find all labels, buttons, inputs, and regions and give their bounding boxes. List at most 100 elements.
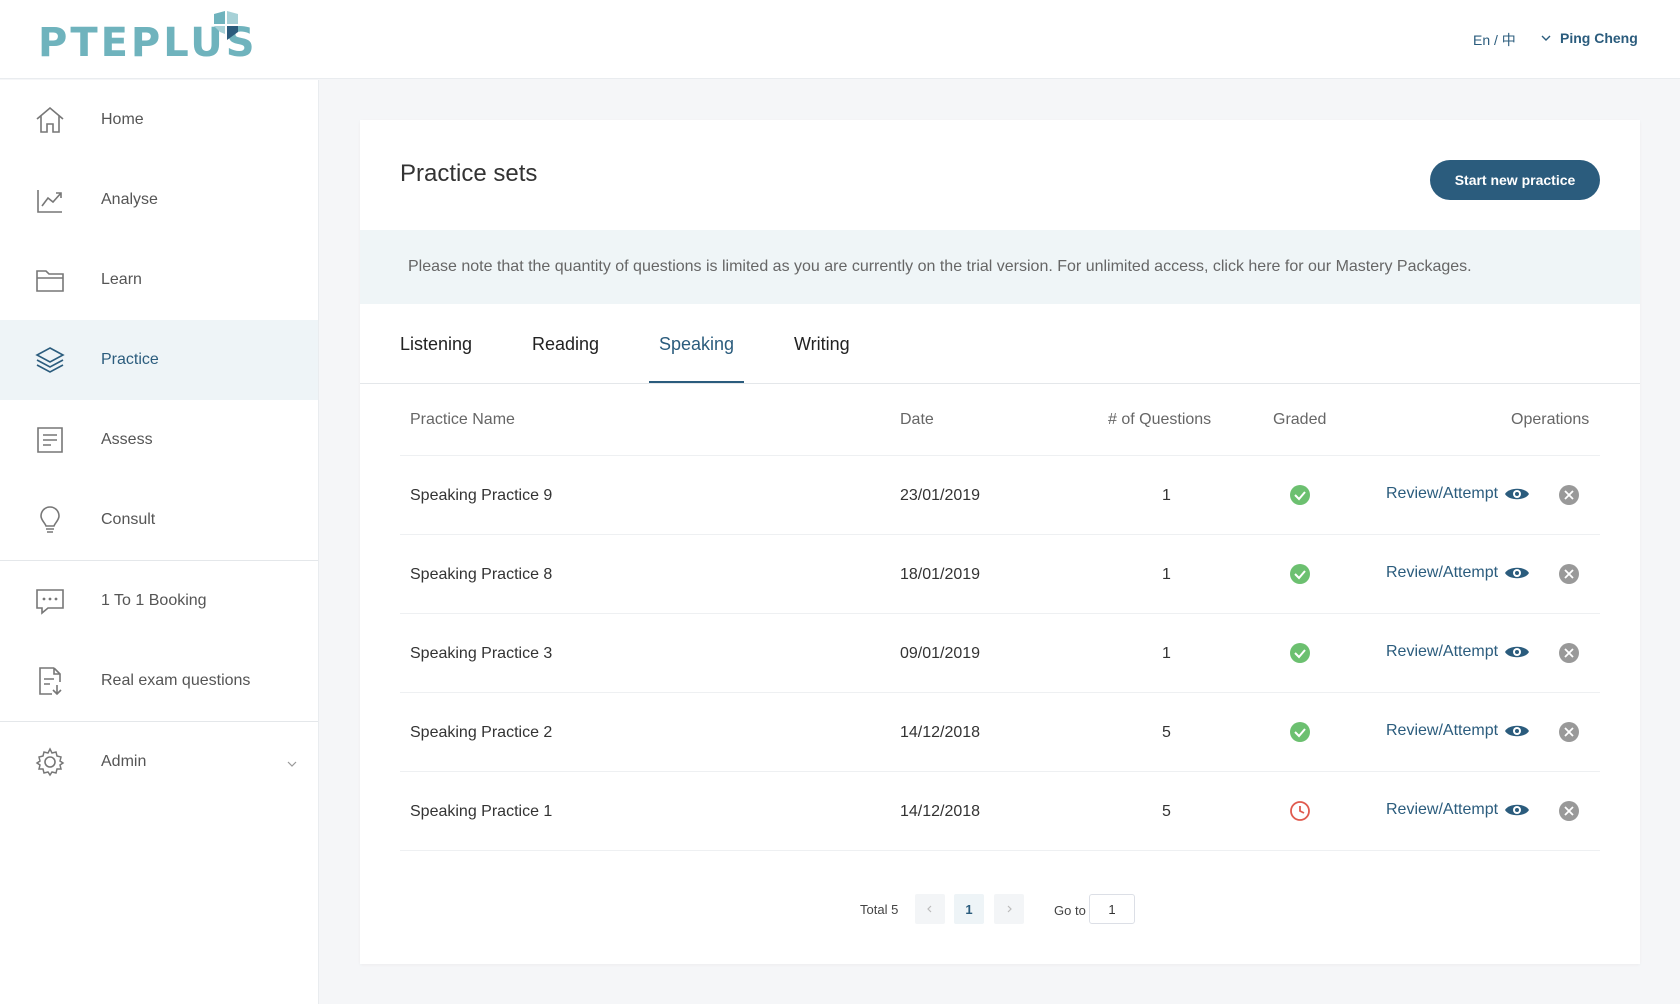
chart-icon <box>37 190 62 213</box>
question-count: 5 <box>1162 724 1171 741</box>
question-count: 5 <box>1162 803 1171 820</box>
review-attempt-link[interactable]: Review/Attempt <box>1386 535 1530 611</box>
sidebar-item-admin[interactable]: Admin <box>0 722 318 802</box>
review-attempt-label: Review/Attempt <box>1386 643 1499 660</box>
sidebar-item-consult[interactable]: Consult <box>0 480 318 560</box>
user-menu[interactable]: Ping Cheng <box>1540 30 1638 46</box>
table-row: Speaking Practice 8 18/01/2019 1 Review/Att… <box>400 535 1600 614</box>
sidebar-item-label: Practice <box>101 351 159 368</box>
prev-page-button[interactable] <box>915 894 945 924</box>
lightbulb-icon <box>40 506 60 533</box>
practice-date: 09/01/2019 <box>900 645 981 662</box>
practice-sets-card: Practice sets Start new practice Please … <box>360 120 1640 964</box>
gear-icon <box>35 747 65 777</box>
table-row: Speaking Practice 3 09/01/2019 1 Review/Att… <box>400 614 1600 693</box>
home-icon <box>36 106 64 133</box>
practice-name: Speaking Practice 1 <box>410 803 553 820</box>
download-doc-icon <box>39 667 62 696</box>
delete-icon[interactable] <box>1558 642 1580 664</box>
sidebar-item-analyse[interactable]: Analyse <box>0 160 318 240</box>
tab-writing[interactable]: Writing <box>794 304 850 384</box>
review-attempt-label: Review/Attempt <box>1386 722 1499 739</box>
eye-icon <box>1505 646 1530 658</box>
practice-name: Speaking Practice 9 <box>410 487 553 504</box>
sidebar-item-label: Real exam questions <box>101 672 251 689</box>
logo[interactable]: PTEPLUS <box>38 10 255 66</box>
trial-notice-text: Please note that the quantity of questio… <box>408 258 1472 275</box>
logo-mark-icon <box>214 11 238 40</box>
delete-icon[interactable] <box>1558 721 1580 743</box>
eye-icon <box>1505 804 1530 816</box>
delete-icon[interactable] <box>1558 800 1580 822</box>
practice-name: Speaking Practice 8 <box>410 566 553 583</box>
review-attempt-label: Review/Attempt <box>1386 801 1499 818</box>
sidebar-item-home[interactable]: Home <box>0 80 318 160</box>
practice-name: Speaking Practice 2 <box>410 724 553 741</box>
practice-name: Speaking Practice 3 <box>410 645 553 662</box>
chevron-left-icon <box>927 905 932 913</box>
clock-icon <box>1290 801 1310 821</box>
sidebar-item-label: Learn <box>101 271 142 288</box>
layers-icon <box>35 347 65 373</box>
practice-date: 14/12/2018 <box>900 803 981 820</box>
question-count: 1 <box>1162 487 1171 504</box>
language-toggle[interactable]: En / 中 <box>1473 30 1516 50</box>
question-count: 1 <box>1162 645 1171 662</box>
table-row: Speaking Practice 9 23/01/2019 1 Review/Att… <box>400 456 1600 535</box>
chat-icon <box>36 589 64 615</box>
tab-reading[interactable]: Reading <box>532 304 599 384</box>
sidebar-item-label: Admin <box>101 753 147 770</box>
practice-date: 18/01/2019 <box>900 566 981 583</box>
review-attempt-link[interactable]: Review/Attempt <box>1386 772 1530 848</box>
eye-icon <box>1505 488 1530 500</box>
question-count: 1 <box>1162 566 1171 583</box>
tab-listening[interactable]: Listening <box>400 304 472 384</box>
document-icon <box>37 427 63 453</box>
next-page-button[interactable] <box>994 894 1024 924</box>
goto-page-input[interactable] <box>1089 894 1135 924</box>
chevron-right-icon <box>1007 905 1012 913</box>
sidebar-item-label: 1 To 1 Booking <box>101 592 207 609</box>
sidebar-item-label: Consult <box>101 511 156 528</box>
sidebar-item-label: Assess <box>101 431 153 448</box>
delete-icon[interactable] <box>1558 484 1580 506</box>
folder-icon <box>36 270 64 292</box>
sidebar: Home Analyse Learn Practice Assess Consu… <box>0 80 319 1004</box>
page-number-button[interactable]: 1 <box>954 894 984 924</box>
check-circle-icon <box>1290 564 1310 584</box>
active-tab-indicator <box>649 381 744 383</box>
sidebar-item-practice[interactable]: Practice <box>0 320 318 400</box>
sidebar-item-label: Analyse <box>101 191 158 208</box>
trial-notice[interactable]: Please note that the quantity of questio… <box>360 230 1640 304</box>
check-circle-icon <box>1290 722 1310 742</box>
review-attempt-link[interactable]: Review/Attempt <box>1386 456 1530 532</box>
eye-icon <box>1505 567 1530 579</box>
chevron-down-icon <box>287 761 297 767</box>
sidebar-item-booking[interactable]: 1 To 1 Booking <box>0 561 318 641</box>
column-header-operations: Operations <box>1511 411 1590 428</box>
check-circle-icon <box>1290 643 1310 663</box>
sidebar-item-assess[interactable]: Assess <box>0 400 318 480</box>
review-attempt-link[interactable]: Review/Attempt <box>1386 614 1530 690</box>
tab-speaking[interactable]: Speaking <box>659 304 734 384</box>
goto-label: Go to <box>1054 903 1086 918</box>
start-new-practice-button[interactable]: Start new practice <box>1430 160 1600 200</box>
table-row: Speaking Practice 1 14/12/2018 5 Review/Att… <box>400 772 1600 851</box>
column-header-graded: Graded <box>1273 411 1327 428</box>
pagination-total: Total 5 <box>860 902 899 917</box>
practice-tabs: Listening Reading Speaking Writing <box>360 304 1640 384</box>
practice-date: 14/12/2018 <box>900 724 981 741</box>
sidebar-item-real-exam[interactable]: Real exam questions <box>0 641 318 721</box>
table-row: Speaking Practice 2 14/12/2018 5 Review/Att… <box>400 693 1600 772</box>
check-circle-icon <box>1290 485 1310 505</box>
delete-icon[interactable] <box>1558 563 1580 585</box>
review-attempt-label: Review/Attempt <box>1386 564 1499 581</box>
column-header-questions: # of Questions <box>1108 411 1212 428</box>
column-header-date: Date <box>900 411 934 428</box>
user-name: Ping Cheng <box>1560 30 1638 46</box>
column-header-name: Practice Name <box>410 411 515 428</box>
top-header: PTEPLUS En / 中 Ping Cheng <box>0 0 1680 79</box>
review-attempt-link[interactable]: Review/Attempt <box>1386 693 1530 769</box>
sidebar-item-label: Home <box>101 111 144 128</box>
sidebar-item-learn[interactable]: Learn <box>0 240 318 320</box>
